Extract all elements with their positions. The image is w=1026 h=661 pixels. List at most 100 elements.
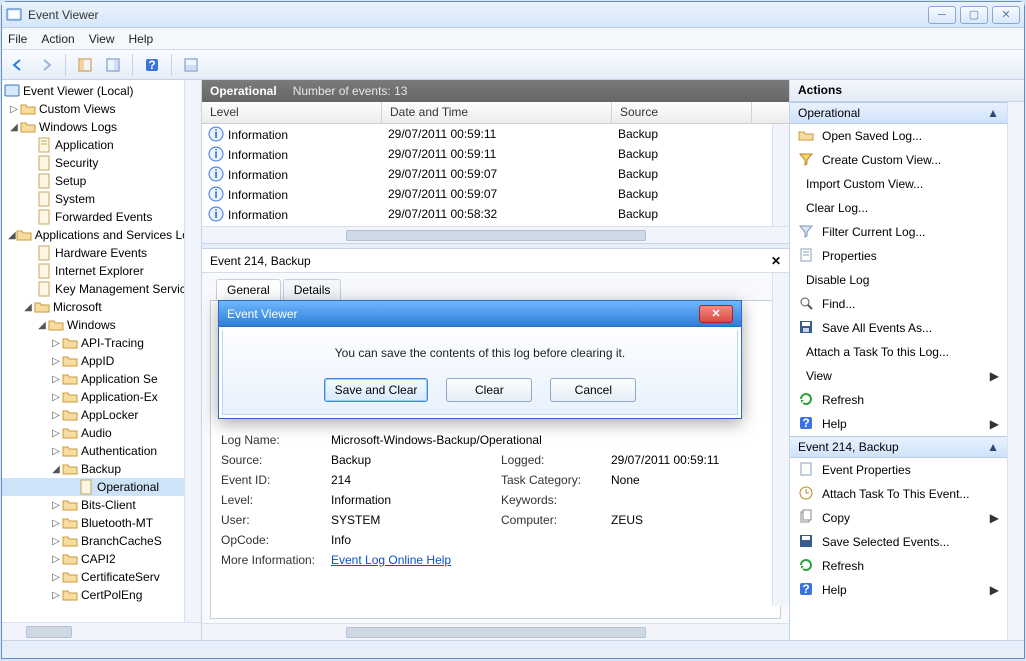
expand-icon[interactable]: ▷ — [50, 410, 62, 421]
tree-windows[interactable]: Windows — [67, 318, 116, 332]
menu-file[interactable]: File — [8, 32, 27, 46]
col-date[interactable]: Date and Time — [382, 102, 612, 123]
col-source[interactable]: Source — [612, 102, 752, 123]
tree-app-se[interactable]: Application Se — [81, 372, 158, 386]
tree-certserv[interactable]: CertificateServ — [81, 570, 160, 584]
tree-bt[interactable]: Bluetooth-MT — [81, 516, 153, 530]
expand-icon[interactable]: ▷ — [50, 518, 62, 529]
scrollbar-thumb[interactable] — [346, 627, 646, 638]
close-button[interactable]: ✕ — [992, 6, 1020, 24]
actions-vscrollbar[interactable] — [1007, 102, 1024, 640]
clear-button[interactable]: Clear — [446, 378, 532, 402]
collapse-icon[interactable]: ◢ — [8, 122, 20, 133]
show-hide-tree-button[interactable] — [73, 53, 97, 77]
tree-appid[interactable]: AppID — [81, 354, 114, 368]
tree-bits[interactable]: Bits-Client — [81, 498, 136, 512]
action-help[interactable]: ?Help▶ — [790, 412, 1007, 436]
table-row[interactable]: iInformation29/07/2011 00:59:07Backup — [202, 164, 789, 184]
expand-icon[interactable]: ▷ — [50, 500, 62, 511]
detail-hscrollbar[interactable] — [202, 623, 789, 640]
action-help-2[interactable]: ?Help▶ — [790, 578, 1007, 602]
action-event-properties[interactable]: Event Properties — [790, 458, 1007, 482]
menu-help[interactable]: Help — [129, 32, 154, 46]
action-properties[interactable]: Properties — [790, 244, 1007, 268]
expand-icon[interactable]: ▷ — [50, 338, 62, 349]
action-filter-current-log[interactable]: Filter Current Log... — [790, 220, 1007, 244]
tree-custom-views[interactable]: Custom Views — [39, 102, 115, 116]
minimize-button[interactable]: ─ — [928, 6, 956, 24]
tree-ie[interactable]: Internet Explorer — [55, 264, 144, 278]
tree-wl-system[interactable]: System — [55, 192, 95, 206]
tree-microsoft[interactable]: Microsoft — [53, 300, 102, 314]
tree-hscrollbar[interactable] — [2, 622, 201, 640]
tree-audio[interactable]: Audio — [81, 426, 112, 440]
actions-section-event[interactable]: Event 214, Backup ▲ — [790, 436, 1007, 458]
menu-action[interactable]: Action — [41, 32, 74, 46]
action-save-all-events[interactable]: Save All Events As... — [790, 316, 1007, 340]
expand-icon[interactable]: ▷ — [50, 590, 62, 601]
expand-icon[interactable]: ▷ — [50, 428, 62, 439]
expand-icon[interactable]: ▷ — [50, 392, 62, 403]
scrollbar-thumb[interactable] — [346, 230, 646, 241]
detail-vscrollbar[interactable] — [772, 273, 789, 606]
tab-general[interactable]: General — [216, 279, 281, 300]
show-hide-actions-button[interactable] — [101, 53, 125, 77]
table-row[interactable]: iInformation29/07/2011 00:59:07Backup — [202, 184, 789, 204]
expand-icon[interactable]: ▷ — [50, 446, 62, 457]
col-level[interactable]: Level — [202, 102, 382, 123]
tree-applocker[interactable]: AppLocker — [81, 408, 138, 422]
action-view-submenu[interactable]: View▶ — [790, 364, 1007, 388]
tree-operational[interactable]: Operational — [97, 480, 159, 494]
tree-wl-forwarded[interactable]: Forwarded Events — [55, 210, 152, 224]
tree-auth[interactable]: Authentication — [81, 444, 157, 458]
grid-hscrollbar[interactable] — [202, 226, 789, 243]
maximize-button[interactable]: ▢ — [960, 6, 988, 24]
expand-icon[interactable]: ▷ — [50, 374, 62, 385]
preview-button[interactable] — [179, 53, 203, 77]
detail-close-icon[interactable]: ✕ — [771, 254, 781, 268]
titlebar[interactable]: Event Viewer ─ ▢ ✕ — [2, 2, 1024, 28]
expand-icon[interactable]: ▷ — [8, 104, 20, 115]
collapse-icon[interactable]: ◢ — [50, 464, 62, 475]
event-log-online-help-link[interactable]: Event Log Online Help — [331, 553, 451, 567]
actions-section-operational[interactable]: Operational ▲ — [790, 102, 1007, 124]
dialog-close-button[interactable]: ✕ — [699, 305, 733, 323]
collapse-icon[interactable]: ◢ — [8, 230, 16, 241]
action-clear-log[interactable]: Clear Log... — [790, 196, 1007, 220]
action-disable-log[interactable]: Disable Log — [790, 268, 1007, 292]
action-create-custom-view[interactable]: Create Custom View... — [790, 148, 1007, 172]
tab-details[interactable]: Details — [283, 279, 342, 300]
tree-vscrollbar[interactable] — [184, 80, 201, 622]
tree-kms[interactable]: Key Management Service — [55, 282, 184, 296]
help-button[interactable]: ? — [140, 53, 164, 77]
tree-app-ex[interactable]: Application-Ex — [81, 390, 158, 404]
action-find[interactable]: Find... — [790, 292, 1007, 316]
tree-branch[interactable]: BranchCacheS — [81, 534, 162, 548]
action-attach-task-log[interactable]: Attach a Task To this Log... — [790, 340, 1007, 364]
tree-backup[interactable]: Backup — [81, 462, 121, 476]
tree-root[interactable]: Event Viewer (Local) — [23, 84, 134, 98]
action-open-saved-log[interactable]: Open Saved Log... — [790, 124, 1007, 148]
scrollbar-thumb[interactable] — [26, 626, 72, 638]
action-attach-task-event[interactable]: Attach Task To This Event... — [790, 482, 1007, 506]
table-row[interactable]: iInformation29/07/2011 00:59:11Backup — [202, 124, 789, 144]
action-save-selected[interactable]: Save Selected Events... — [790, 530, 1007, 554]
tree-hardware[interactable]: Hardware Events — [55, 246, 147, 260]
expand-icon[interactable]: ▷ — [50, 572, 62, 583]
tree-certpol[interactable]: CertPolEng — [81, 588, 142, 602]
tree-windows-logs[interactable]: Windows Logs — [39, 120, 117, 134]
tree-body[interactable]: Event Viewer (Local) ▷ Custom Views ◢ Wind… — [2, 80, 184, 622]
collapse-icon[interactable]: ◢ — [22, 302, 34, 313]
expand-icon[interactable]: ▷ — [50, 356, 62, 367]
collapse-icon[interactable]: ◢ — [36, 320, 48, 331]
action-copy-submenu[interactable]: Copy▶ — [790, 506, 1007, 530]
action-refresh-2[interactable]: Refresh — [790, 554, 1007, 578]
dialog-titlebar[interactable]: Event Viewer ✕ — [219, 301, 741, 327]
table-row[interactable]: iInformation29/07/2011 00:59:11Backup — [202, 144, 789, 164]
tree-capi2[interactable]: CAPI2 — [81, 552, 116, 566]
expand-icon[interactable]: ▷ — [50, 554, 62, 565]
expand-icon[interactable]: ▷ — [50, 536, 62, 547]
action-import-custom-view[interactable]: Import Custom View... — [790, 172, 1007, 196]
tree-wl-security[interactable]: Security — [55, 156, 98, 170]
back-button[interactable] — [6, 53, 30, 77]
